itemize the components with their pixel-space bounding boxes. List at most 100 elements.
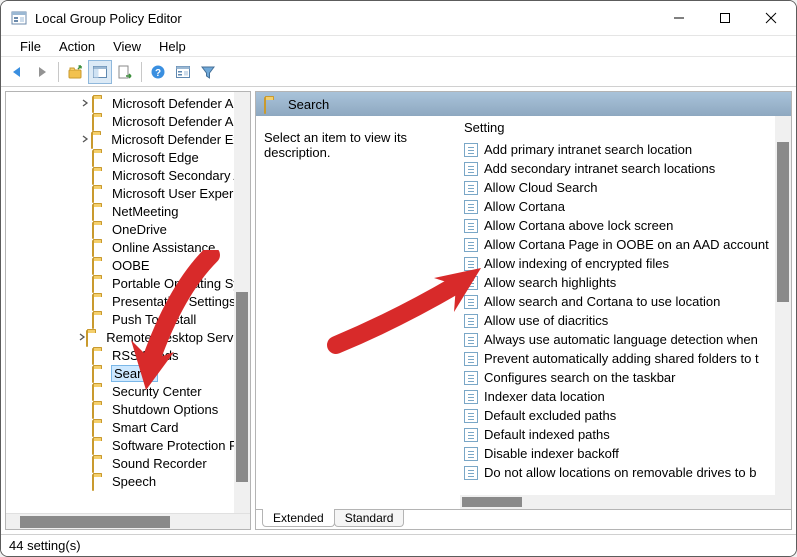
tree-item[interactable]: Remote Desktop Service (6, 328, 250, 346)
policy-icon (464, 162, 478, 176)
properties-button[interactable] (171, 60, 195, 84)
policy-icon (464, 181, 478, 195)
settings-list-area: Setting Add primary intranet search loca… (460, 116, 791, 509)
up-button[interactable] (63, 60, 87, 84)
tree-item[interactable]: Microsoft Edge (6, 148, 250, 166)
folder-icon (92, 295, 108, 308)
policy-icon (464, 257, 478, 271)
folder-icon (92, 187, 108, 200)
window: Local Group Policy Editor File Action Vi… (0, 0, 797, 557)
export-button[interactable] (113, 60, 137, 84)
minimize-button[interactable] (656, 3, 702, 33)
setting-item[interactable]: Allow Cortana (460, 197, 775, 216)
tree-item[interactable]: Sound Recorder (6, 454, 250, 472)
setting-item[interactable]: Add secondary intranet search locations (460, 159, 775, 178)
tree-item-label: Microsoft Secondary Aut (112, 168, 250, 183)
tree-item[interactable]: Shutdown Options (6, 400, 250, 418)
tree-item[interactable]: Presentation Settings (6, 292, 250, 310)
setting-item[interactable]: Allow search highlights (460, 273, 775, 292)
tree-item-label: Security Center (112, 384, 202, 399)
tab-extended[interactable]: Extended (262, 509, 335, 527)
policy-icon (464, 219, 478, 233)
filter-button[interactable] (196, 60, 220, 84)
back-button[interactable] (5, 60, 29, 84)
setting-item[interactable]: Prevent automatically adding shared fold… (460, 349, 775, 368)
tree-pane: Microsoft Defender AntiMicrosoft Defende… (5, 91, 251, 530)
setting-item[interactable]: Always use automatic language detection … (460, 330, 775, 349)
tree-item-label: Search (112, 366, 157, 381)
chevron-right-icon[interactable] (78, 330, 86, 344)
setting-label: Allow search and Cortana to use location (484, 294, 720, 309)
tree-item[interactable]: NetMeeting (6, 202, 250, 220)
tab-standard[interactable]: Standard (334, 510, 405, 527)
chevron-right-icon[interactable] (78, 132, 91, 146)
setting-item[interactable]: Do not allow locations on removable driv… (460, 463, 775, 482)
statusbar: 44 setting(s) (1, 534, 796, 556)
setting-item[interactable]: Allow Cloud Search (460, 178, 775, 197)
setting-item[interactable]: Disable indexer backoff (460, 444, 775, 463)
folder-icon (92, 97, 108, 110)
folder-tree[interactable]: Microsoft Defender AntiMicrosoft Defende… (6, 92, 250, 513)
setting-item[interactable]: Configures search on the taskbar (460, 368, 775, 387)
help-button[interactable]: ? (146, 60, 170, 84)
policy-icon (464, 447, 478, 461)
settings-vertical-scrollbar[interactable] (775, 116, 791, 509)
tree-item[interactable]: Search (6, 364, 250, 382)
policy-icon (464, 276, 478, 290)
column-header-setting[interactable]: Setting (460, 116, 791, 140)
forward-button[interactable] (30, 60, 54, 84)
tree-item[interactable]: Speech (6, 472, 250, 490)
setting-label: Allow use of diacritics (484, 313, 608, 328)
setting-item[interactable]: Indexer data location (460, 387, 775, 406)
tree-item[interactable]: Microsoft Secondary Aut (6, 166, 250, 184)
close-button[interactable] (748, 3, 794, 33)
setting-label: Add primary intranet search location (484, 142, 692, 157)
show-hide-tree-button[interactable] (88, 60, 112, 84)
tree-item-label: Shutdown Options (112, 402, 218, 417)
setting-item[interactable]: Allow search and Cortana to use location (460, 292, 775, 311)
tree-item[interactable]: OOBE (6, 256, 250, 274)
setting-label: Prevent automatically adding shared fold… (484, 351, 759, 366)
tree-item[interactable]: OneDrive (6, 220, 250, 238)
tree-item[interactable]: Online Assistance (6, 238, 250, 256)
menu-help[interactable]: Help (150, 37, 195, 56)
tree-item[interactable]: Portable Operating Syste (6, 274, 250, 292)
settings-list[interactable]: Add primary intranet search location Add … (460, 140, 775, 495)
settings-horizontal-scrollbar[interactable] (460, 495, 775, 509)
tree-vertical-scrollbar[interactable] (234, 92, 250, 513)
tree-item[interactable]: Security Center (6, 382, 250, 400)
chevron-right-icon[interactable] (78, 96, 92, 110)
tree-item-label: Online Assistance (112, 240, 215, 255)
tree-item[interactable]: Microsoft Defender Expl (6, 130, 250, 148)
setting-item[interactable]: Allow use of diacritics (460, 311, 775, 330)
setting-item[interactable]: Allow Cortana above lock screen (460, 216, 775, 235)
tree-item[interactable]: Smart Card (6, 418, 250, 436)
setting-label: Allow search highlights (484, 275, 616, 290)
setting-label: Default indexed paths (484, 427, 610, 442)
setting-label: Always use automatic language detection … (484, 332, 758, 347)
folder-icon (92, 259, 108, 272)
menu-file[interactable]: File (11, 37, 50, 56)
tree-item-label: Software Protection Platf (112, 438, 250, 453)
tree-item[interactable]: Microsoft User Experience (6, 184, 250, 202)
tree-item[interactable]: Microsoft Defender Anti (6, 94, 250, 112)
tree-item[interactable]: Microsoft Defender App (6, 112, 250, 130)
policy-icon (464, 238, 478, 252)
tree-item-label: OOBE (112, 258, 150, 273)
tree-item[interactable]: Software Protection Platf (6, 436, 250, 454)
setting-item[interactable]: Allow indexing of encrypted files (460, 254, 775, 273)
maximize-button[interactable] (702, 3, 748, 33)
setting-item[interactable]: Default excluded paths (460, 406, 775, 425)
tree-item-label: Push To Install (112, 312, 196, 327)
menu-action[interactable]: Action (50, 37, 104, 56)
tree-item-label: Sound Recorder (112, 456, 207, 471)
setting-label: Allow Cortana (484, 199, 565, 214)
tree-horizontal-scrollbar[interactable] (6, 513, 250, 529)
menu-view[interactable]: View (104, 37, 150, 56)
setting-item[interactable]: Allow Cortana Page in OOBE on an AAD acc… (460, 235, 775, 254)
setting-item[interactable]: Add primary intranet search location (460, 140, 775, 159)
tree-item-label: Microsoft Edge (112, 150, 199, 165)
tree-item[interactable]: Push To Install (6, 310, 250, 328)
setting-item[interactable]: Default indexed paths (460, 425, 775, 444)
tree-item[interactable]: RSS Feeds (6, 346, 250, 364)
